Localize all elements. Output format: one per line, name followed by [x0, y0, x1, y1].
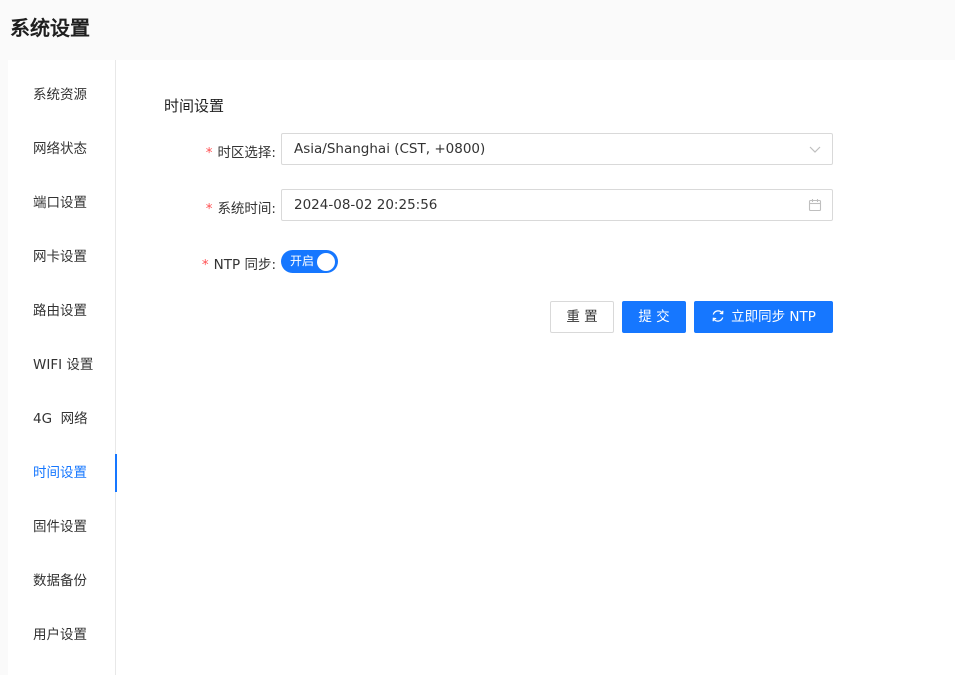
- system-time-value: 2024-08-02 20:25:56: [294, 197, 438, 213]
- reset-button[interactable]: 重 置: [550, 301, 614, 333]
- sync-icon: [712, 310, 724, 322]
- chevron-down-icon: [809, 146, 821, 153]
- sidebar-item-firmware-settings[interactable]: 固件设置: [8, 508, 116, 546]
- ntp-sync-label: * NTP 同步:: [201, 257, 276, 273]
- sidebar-item-routing-settings[interactable]: 路由设置: [8, 292, 116, 330]
- switch-knob: [317, 252, 335, 271]
- required-mark: *: [205, 201, 213, 217]
- sidebar-item-wifi-settings[interactable]: WIFI 设置: [8, 346, 116, 384]
- timezone-value: Asia/Shanghai (CST, +0800): [294, 141, 486, 157]
- sidebar-item-port-settings[interactable]: 端口设置: [8, 184, 116, 222]
- sync-ntp-label: 立即同步 NTP: [731, 309, 816, 325]
- sidebar-item-data-backup[interactable]: 数据备份: [8, 562, 116, 600]
- time-settings-content: 时间设置 * 时区选择: Asia/Shanghai (CST, +0800) *…: [116, 60, 955, 675]
- timezone-label: * 时区选择:: [205, 145, 276, 161]
- sidebar-item-system-resources[interactable]: 系统资源: [8, 76, 116, 114]
- sync-ntp-button[interactable]: 立即同步 NTP: [694, 301, 833, 333]
- system-time-label: * 系统时间:: [205, 201, 276, 217]
- sidebar-item-user-settings[interactable]: 用户设置: [8, 616, 116, 654]
- page-header: 系统设置: [0, 0, 955, 60]
- ntp-switch-text: 开启: [290, 254, 315, 268]
- sidebar-item-time-settings[interactable]: 时间设置: [8, 454, 117, 492]
- sidebar-item-network-status[interactable]: 网络状态: [8, 130, 116, 168]
- ntp-sync-switch[interactable]: 开启: [281, 250, 338, 273]
- sidebar-item-4g-network[interactable]: 4G 网络: [8, 400, 116, 438]
- required-mark: *: [205, 145, 213, 161]
- timezone-select[interactable]: Asia/Shanghai (CST, +0800): [281, 133, 833, 165]
- required-mark: *: [201, 257, 209, 273]
- sidebar-item-nic-settings[interactable]: 网卡设置: [8, 238, 116, 276]
- submit-button[interactable]: 提 交: [622, 301, 686, 333]
- settings-panel: 系统资源 网络状态 端口设置 网卡设置 路由设置 WIFI 设置 4G 网络 时…: [8, 60, 955, 675]
- page-title: 系统设置: [10, 16, 90, 40]
- settings-sidebar: 系统资源 网络状态 端口设置 网卡设置 路由设置 WIFI 设置 4G 网络 时…: [8, 60, 117, 675]
- section-title: 时间设置: [164, 97, 225, 115]
- calendar-icon: [808, 199, 822, 212]
- system-time-picker[interactable]: 2024-08-02 20:25:56: [281, 189, 833, 221]
